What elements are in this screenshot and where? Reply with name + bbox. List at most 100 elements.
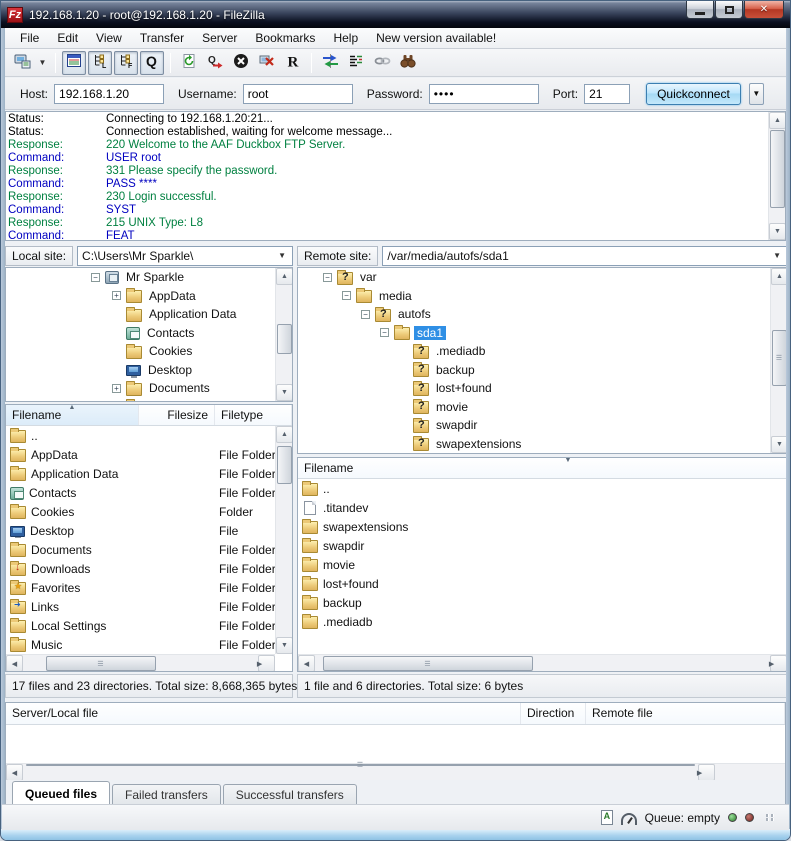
site-manager-button[interactable] (10, 51, 34, 75)
toggle-local-tree-button[interactable]: L (88, 51, 112, 75)
menu-edit[interactable]: Edit (49, 29, 86, 47)
column-header-filename[interactable]: ▲ Filename (6, 405, 139, 425)
local-list-horizontal-scrollbar[interactable]: ◀ ☰ ▶ (6, 654, 275, 671)
expand-plus-icon[interactable]: + (112, 384, 121, 393)
port-input[interactable] (584, 84, 630, 104)
remote-file-row-swapdir[interactable]: swapdir (298, 536, 787, 555)
local-file-row-documents[interactable]: DocumentsFile Folder (6, 540, 292, 559)
local-file-row-appdata[interactable]: AppDataFile Folder (6, 445, 292, 464)
local-file-row--[interactable]: .. (6, 426, 292, 445)
scroll-up-arrow-icon[interactable]: ▲ (769, 112, 786, 129)
scroll-right-arrow-icon[interactable]: ▶ (258, 655, 275, 672)
local-site-combobox[interactable]: C:\Users\Mr Sparkle\ ▼ (77, 246, 293, 266)
remote-file-row--mediadb[interactable]: .mediadb (298, 612, 787, 631)
column-header-remote-file[interactable]: Remote file (586, 703, 785, 724)
column-header-direction[interactable]: Direction (521, 703, 586, 724)
scroll-down-arrow-icon[interactable]: ▼ (769, 223, 786, 240)
scrollbar-thumb[interactable] (277, 324, 292, 354)
collapse-minus-icon[interactable]: − (380, 328, 389, 337)
local-tree-item-contacts[interactable]: −Contacts (6, 324, 275, 343)
menu-file[interactable]: File (12, 29, 47, 47)
remote-tree-item-swapdir[interactable]: −swapdir (298, 416, 770, 435)
collapse-minus-icon[interactable]: − (342, 291, 351, 300)
column-header-filename[interactable]: ▼ Filename (298, 458, 787, 478)
remote-list-horizontal-scrollbar[interactable]: ◀ ☰ ▶ (298, 654, 787, 671)
tab-successful-transfers[interactable]: Successful transfers (223, 784, 357, 805)
toggle-queue-button[interactable]: Q (140, 51, 164, 75)
scroll-left-arrow-icon[interactable]: ◀ (298, 655, 315, 672)
refresh-button[interactable] (177, 51, 201, 75)
expand-plus-icon[interactable]: + (112, 291, 121, 300)
close-button[interactable]: ✕ (744, 1, 784, 19)
queue-horizontal-scrollbar[interactable]: ◀ ☰ ▶ (6, 763, 785, 780)
scrollbar-thumb[interactable]: ☰ (46, 656, 156, 671)
local-tree-vertical-scrollbar[interactable]: ▲ ▼ (275, 268, 292, 401)
remote-tree-item--mediadb[interactable]: −.mediadb (298, 342, 770, 361)
local-file-row-favorites[interactable]: FavoritesFile Folder (6, 578, 292, 597)
local-tree-item-cookies[interactable]: −Cookies (6, 342, 275, 361)
local-file-row-application-data[interactable]: Application DataFile Folder (6, 464, 292, 483)
resize-grip[interactable] (766, 814, 775, 821)
remote-tree-item-movie[interactable]: −movie (298, 398, 770, 417)
local-tree-item-documents[interactable]: +Documents (6, 379, 275, 398)
quickconnect-button[interactable]: Quickconnect (646, 83, 741, 105)
remote-site-combobox[interactable]: /var/media/autofs/sda1 ▼ (382, 246, 788, 266)
local-file-row-desktop[interactable]: DesktopFile (6, 521, 292, 540)
tab-failed-transfers[interactable]: Failed transfers (112, 784, 221, 805)
column-header-filesize[interactable]: Filesize (139, 405, 215, 425)
local-file-row-links[interactable]: LinksFile Folder (6, 597, 292, 616)
remote-tree-item-backup[interactable]: −backup (298, 361, 770, 380)
toggle-message-log-button[interactable] (62, 51, 86, 75)
scrollbar-thumb[interactable]: ☰ (26, 764, 695, 766)
compare-button[interactable] (318, 51, 342, 75)
password-input[interactable] (429, 84, 539, 104)
menu-help[interactable]: Help (325, 29, 366, 47)
log-vertical-scrollbar[interactable]: ▲ ▼ (768, 112, 785, 240)
collapse-minus-icon[interactable]: − (323, 273, 332, 282)
local-tree-item-application-data[interactable]: −Application Data (6, 305, 275, 324)
column-header-server-local-file[interactable]: Server/Local file (6, 703, 521, 724)
scroll-up-arrow-icon[interactable]: ▲ (276, 426, 293, 443)
cancel-button[interactable] (229, 51, 253, 75)
remote-file-row--titandev[interactable]: .titandev (298, 498, 787, 517)
minimize-button[interactable] (686, 1, 714, 19)
scroll-left-arrow-icon[interactable]: ◀ (6, 655, 23, 672)
remote-tree-item-var[interactable]: −var (298, 268, 770, 287)
scroll-up-arrow-icon[interactable]: ▲ (276, 268, 293, 285)
remote-tree-item-autofs[interactable]: −autofs (298, 305, 770, 324)
collapse-minus-icon[interactable]: − (361, 310, 370, 319)
title-bar[interactable]: Fz 192.168.1.20 - root@192.168.1.20 - Fi… (1, 1, 790, 28)
local-list-vertical-scrollbar[interactable]: ▲ ▼ (275, 426, 292, 654)
remote-file-row-movie[interactable]: movie (298, 555, 787, 574)
username-input[interactable] (243, 84, 353, 104)
collapse-minus-icon[interactable]: − (91, 273, 100, 282)
toggle-remote-tree-button[interactable]: F (114, 51, 138, 75)
scrollbar-thumb[interactable] (770, 130, 785, 208)
local-file-row-contacts[interactable]: ContactsFile Folder (6, 483, 292, 502)
scroll-down-arrow-icon[interactable]: ▼ (276, 637, 293, 654)
remote-file-row-backup[interactable]: backup (298, 593, 787, 612)
splitter-handle-icon[interactable]: ▼ (565, 457, 572, 464)
process-queue-button[interactable]: Q (203, 51, 227, 75)
remote-tree-vertical-scrollbar[interactable]: ▲ ☰ ▼ (770, 268, 787, 453)
remote-tree-item-swapextensions[interactable]: −swapextensions (298, 435, 770, 454)
local-tree-item-appdata[interactable]: +AppData (6, 287, 275, 306)
scrollbar-thumb[interactable]: ☰ (323, 656, 533, 671)
remote-tree-item-sda1[interactable]: −sda1 (298, 324, 770, 343)
scroll-left-arrow-icon[interactable]: ◀ (6, 764, 23, 781)
chevron-down-icon[interactable]: ▼ (276, 251, 288, 260)
scrollbar-thumb[interactable] (277, 446, 292, 484)
speed-limit-icon[interactable] (621, 813, 637, 825)
local-tree-item-downloads[interactable]: +Downloads (6, 398, 275, 402)
local-file-row-music[interactable]: MusicFile Folder (6, 635, 292, 654)
scroll-right-arrow-icon[interactable]: ▶ (770, 655, 787, 672)
reconnect-button[interactable]: R (281, 51, 305, 75)
scroll-down-arrow-icon[interactable]: ▼ (276, 384, 293, 401)
scroll-right-arrow-icon[interactable]: ▶ (698, 764, 715, 781)
maximize-button[interactable] (715, 1, 743, 19)
remote-file-row--[interactable]: .. (298, 479, 787, 498)
menu-server[interactable]: Server (194, 29, 245, 47)
column-header-filetype[interactable]: Filetype (215, 405, 292, 425)
chevron-down-icon[interactable]: ▼ (771, 251, 783, 260)
local-tree-item-desktop[interactable]: −Desktop (6, 361, 275, 380)
